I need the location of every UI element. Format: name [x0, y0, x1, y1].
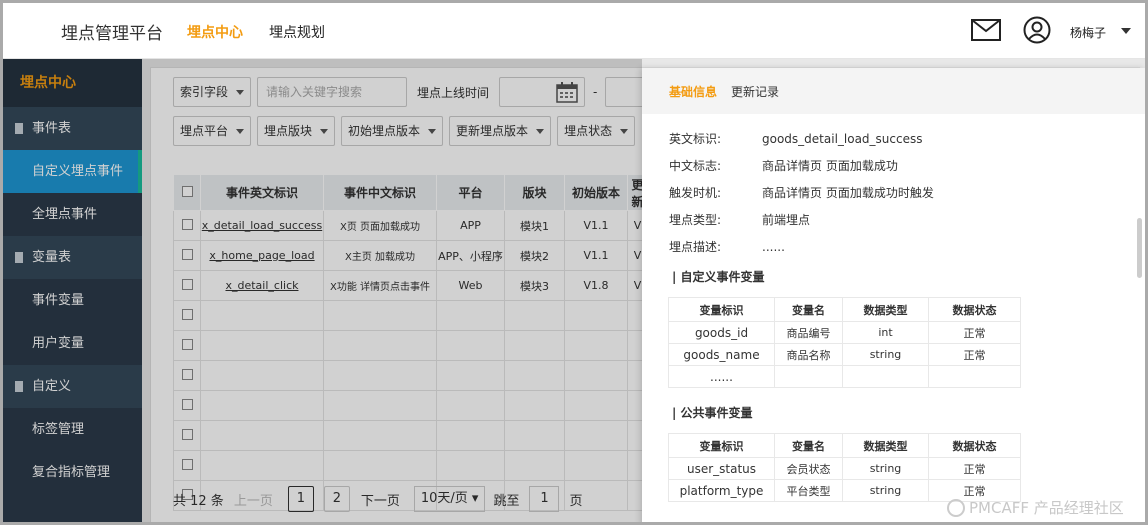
var-cell — [774, 365, 843, 388]
info-key: 中文标志: — [669, 159, 722, 173]
tab-basic-info[interactable]: 基础信息 — [669, 83, 717, 100]
basic-info: 英文标识: goods_detail_load_success 中文标志: 商品详情页… — [669, 125, 934, 260]
drawer-scrollbar[interactable] — [1137, 218, 1142, 278]
var-cell: 平台类型 — [774, 479, 843, 502]
table-header-row: 变量标识 变量名 数据类型 数据状态 — [668, 433, 1021, 458]
var-cell: 会员状态 — [774, 457, 843, 480]
chevron-down-icon[interactable] — [1121, 28, 1131, 34]
info-row: 英文标识: goods_detail_load_success — [669, 125, 934, 152]
brand-title: 埋点管理平台 — [61, 24, 163, 44]
watermark: PMCAFF 产品经理社区 — [947, 497, 1124, 518]
var-cell: goods_id — [668, 321, 775, 344]
var-cell: 商品名称 — [774, 343, 843, 366]
detail-drawer: 基础信息 更新记录 英文标识: goods_detail_load_success… — [642, 68, 1145, 522]
var-cell: platform_type — [668, 479, 775, 502]
top-bar: 埋点管理平台 埋点中心 埋点规划 杨梅子 — [3, 3, 1145, 59]
tab-update-history[interactable]: 更新记录 — [731, 83, 779, 100]
info-value: goods_detail_load_success — [762, 131, 923, 146]
info-row: 触发时机: 商品详情页 页面加载成功时触发 — [669, 179, 934, 206]
info-value: 前端埋点 — [762, 213, 811, 227]
info-key: 埋点类型: — [669, 213, 722, 227]
var-cell: 正常 — [928, 343, 1021, 366]
info-key: 触发时机: — [669, 186, 722, 200]
var-col-header: 变量标识 — [668, 297, 775, 322]
nav-tracking-plan[interactable]: 埋点规划 — [269, 22, 325, 42]
var-cell: string — [842, 343, 929, 366]
var-cell: string — [842, 479, 929, 502]
var-row: user_status 会员状态 string 正常 — [668, 457, 1021, 480]
info-value: ...... — [762, 239, 785, 254]
var-row: ...... — [668, 365, 1021, 388]
var-cell: user_status — [668, 457, 775, 480]
custom-vars-title: | 自定义事件变量 — [672, 270, 765, 284]
custom-vars-table: 变量标识 变量名 数据类型 数据状态 goods_id 商品编号 int 正常 goods_n… — [668, 297, 1021, 388]
info-key: 埋点描述: — [669, 240, 722, 254]
var-cell: 商品编号 — [774, 321, 843, 344]
var-col-header: 变量名 — [774, 297, 843, 322]
nav-tracking-center[interactable]: 埋点中心 — [187, 22, 243, 42]
var-cell: int — [842, 321, 929, 344]
var-cell — [842, 365, 929, 388]
table-header-row: 变量标识 变量名 数据类型 数据状态 — [668, 297, 1021, 322]
var-col-header: 数据状态 — [928, 433, 1021, 458]
public-vars-table: 变量标识 变量名 数据类型 数据状态 user_status 会员状态 string 正常 p… — [668, 433, 1021, 502]
mail-icon[interactable] — [971, 19, 1001, 41]
user-avatar-icon[interactable] — [1023, 16, 1051, 44]
info-row: 埋点类型: 前端埋点 — [669, 206, 934, 233]
var-cell: ...... — [668, 365, 775, 388]
var-col-header: 数据类型 — [842, 297, 929, 322]
username[interactable]: 杨梅子 — [1070, 24, 1106, 41]
var-row: goods_name 商品名称 string 正常 — [668, 343, 1021, 366]
public-vars-title: | 公共事件变量 — [672, 406, 753, 420]
drawer-tabs: 基础信息 更新记录 — [642, 68, 1145, 114]
info-key: 英文标识: — [669, 132, 722, 146]
var-cell: 正常 — [928, 321, 1021, 344]
info-row: 中文标志: 商品详情页 页面加载成功 — [669, 152, 934, 179]
var-col-header: 变量标识 — [668, 433, 775, 458]
info-row: 埋点描述:...... — [669, 233, 934, 260]
var-row: goods_id 商品编号 int 正常 — [668, 321, 1021, 344]
var-col-header: 数据类型 — [842, 433, 929, 458]
info-value: 商品详情页 页面加载成功 — [762, 159, 898, 173]
var-col-header: 变量名 — [774, 433, 843, 458]
var-cell — [928, 365, 1021, 388]
watermark-text: PMCAFF 产品经理社区 — [969, 499, 1124, 517]
var-cell: 正常 — [928, 457, 1021, 480]
overlay-mask[interactable] — [3, 59, 642, 522]
var-cell: string — [842, 457, 929, 480]
var-col-header: 数据状态 — [928, 297, 1021, 322]
pmcaff-logo-icon — [947, 498, 965, 517]
info-value: 商品详情页 页面加载成功时触发 — [762, 186, 934, 200]
app-window: 埋点管理平台 埋点中心 埋点规划 杨梅子 埋点中心 事件表 自定义埋点事件 全埋… — [0, 0, 1148, 525]
var-cell: goods_name — [668, 343, 775, 366]
